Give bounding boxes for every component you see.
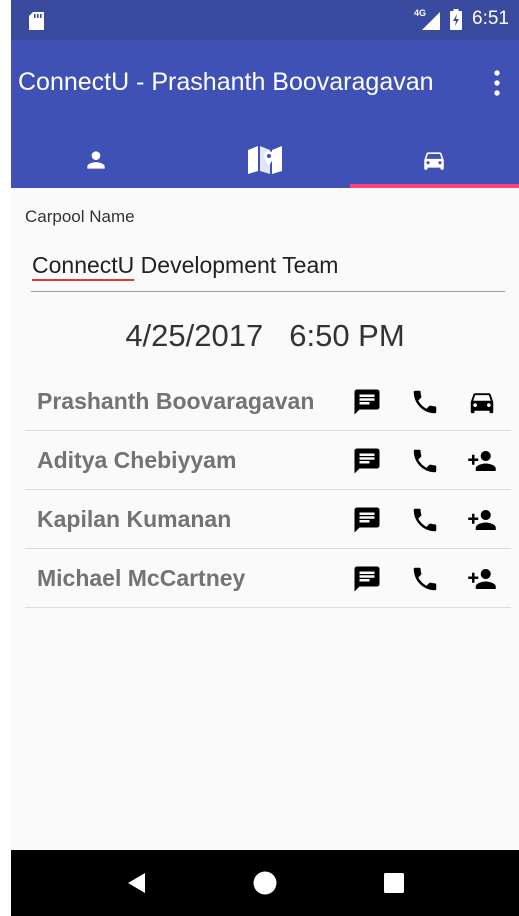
tab-carpool[interactable] — [349, 132, 519, 188]
app-bar: ConnectU - Prashanth Boovaragavan — [11, 40, 519, 188]
member-name: Prashanth Boovaragavan — [37, 388, 315, 414]
message-icon — [354, 389, 380, 415]
member-name: Michael McCartney — [37, 565, 246, 591]
member-list: Prashanth Boovaragavan Aditya Chebiyyam — [25, 372, 511, 608]
phone-screen: 4G 6:51 ConnectU - Prashanth Boovaragava… — [11, 0, 519, 916]
sd-card-icon — [29, 12, 44, 30]
add-person-icon — [468, 510, 496, 530]
phone-icon — [413, 390, 437, 414]
signal-icon — [422, 12, 441, 30]
map-icon — [247, 146, 282, 174]
add-person-icon — [468, 569, 496, 589]
message-button[interactable] — [351, 504, 383, 536]
more-options-icon[interactable] — [489, 68, 505, 98]
car-icon — [424, 152, 445, 170]
message-button[interactable] — [351, 386, 383, 418]
back-button[interactable] — [116, 863, 156, 903]
member-row: Kapilan Kumanan — [25, 490, 511, 549]
status-bar: 4G 6:51 — [11, 0, 519, 40]
recents-icon — [384, 873, 405, 893]
carpool-datetime: 4/25/2017 6:50 PM — [11, 318, 519, 354]
recents-button[interactable] — [374, 863, 414, 903]
member-row: Michael McCartney — [25, 549, 511, 608]
home-icon — [253, 871, 277, 895]
member-name: Kapilan Kumanan — [37, 506, 232, 532]
message-icon — [354, 566, 380, 592]
phone-icon — [413, 567, 437, 591]
tab-bar — [11, 132, 519, 188]
back-icon — [127, 873, 145, 893]
add-passenger-button[interactable] — [466, 504, 498, 536]
phone-icon — [413, 508, 437, 532]
app-title: ConnectU - Prashanth Boovaragavan — [18, 68, 434, 96]
carpool-name-field[interactable]: ConnectU Development Team — [31, 252, 505, 292]
message-button[interactable] — [351, 445, 383, 477]
car-icon — [470, 393, 494, 414]
member-name: Aditya Chebiyyam — [37, 447, 237, 473]
tab-profile[interactable] — [11, 132, 180, 188]
navigation-bar — [11, 850, 519, 916]
add-passenger-button[interactable] — [466, 563, 498, 595]
message-icon — [354, 507, 380, 533]
call-button[interactable] — [409, 386, 441, 418]
add-passenger-button[interactable] — [466, 445, 498, 477]
phone-icon — [413, 449, 437, 473]
signal-indicator: 4G — [414, 8, 441, 30]
tab-map[interactable] — [180, 132, 349, 188]
member-row: Prashanth Boovaragavan — [25, 372, 511, 431]
carpool-date[interactable]: 4/25/2017 — [125, 318, 263, 353]
member-row: Aditya Chebiyyam — [25, 431, 511, 490]
carpool-name-misspelled: ConnectU — [32, 252, 135, 278]
message-button[interactable] — [351, 563, 383, 595]
carpool-name-text: Development Team — [134, 252, 339, 278]
call-button[interactable] — [409, 445, 441, 477]
add-person-icon — [468, 451, 496, 471]
person-icon — [86, 151, 105, 169]
driver-button[interactable] — [466, 386, 498, 418]
home-button[interactable] — [245, 863, 285, 903]
call-button[interactable] — [409, 563, 441, 595]
clock: 6:51 — [472, 8, 509, 29]
battery-charging-icon — [450, 8, 463, 30]
call-button[interactable] — [409, 504, 441, 536]
carpool-name-label: Carpool Name — [25, 207, 135, 226]
message-icon — [354, 448, 380, 474]
carpool-time[interactable]: 6:50 PM — [289, 318, 404, 353]
